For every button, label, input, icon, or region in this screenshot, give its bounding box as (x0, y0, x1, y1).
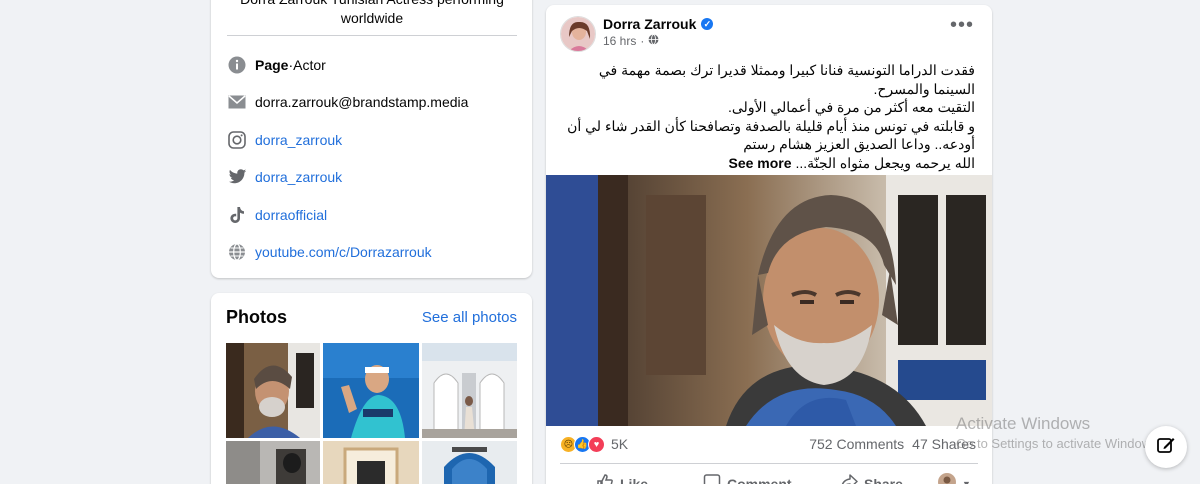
intro-card: Dorra Zarrouk Tunisian Actress performin… (211, 0, 532, 278)
photo-thumbnail[interactable] (226, 441, 320, 484)
intro-tiktok: dorraofficial (227, 204, 327, 226)
divider (227, 35, 517, 36)
see-all-photos-link[interactable]: See all photos (422, 309, 517, 326)
reaction-summary[interactable]: ☹ 👍 ♥ 5K (560, 433, 628, 455)
reaction-count: 5K (611, 436, 629, 452)
post-text-line: الله يرحمه ويجعل مثواه الجنّة... (795, 154, 975, 171)
photos-card: Photos See all photos (211, 293, 532, 484)
comments-count[interactable]: 752 Comments (809, 436, 904, 452)
photo-thumbnail[interactable] (422, 343, 517, 438)
meta-separator: · (640, 34, 645, 48)
share-button[interactable]: Share (840, 473, 903, 484)
photo-thumbnail[interactable] (323, 441, 419, 484)
engagement-counts: 752 Comments 47 Shares (809, 436, 976, 452)
page-label: Page (255, 57, 289, 73)
post-image[interactable] (546, 175, 992, 426)
comment-label: Comment (727, 475, 792, 484)
post-text-last: الله يرحمه ويجعل مثواه الجنّة... See mor… (555, 154, 976, 173)
chevron-down-icon: ▼ (962, 478, 971, 484)
intro-page-category: Page · Actor (227, 54, 326, 76)
avatar[interactable] (560, 16, 596, 52)
intro-email: dorra.zarrouk@brandstamp.media (227, 91, 468, 113)
comment-button[interactable]: Comment (703, 473, 792, 484)
tiktok-icon (227, 205, 247, 225)
youtube-link[interactable]: youtube.com/c/Dorrazarrouk (255, 244, 432, 260)
divider (560, 463, 978, 464)
author-name[interactable]: Dorra Zarrouk (603, 16, 696, 32)
envelope-icon (227, 92, 247, 112)
love-reaction-icon: ♥ (588, 435, 605, 453)
photos-title: Photos (226, 307, 287, 327)
post-text-line: التقيت معه أكثر من مرة في أعمالي الأولى. (728, 99, 975, 115)
info-icon (227, 55, 247, 75)
intro-instagram: dorra_zarrouk (227, 129, 342, 151)
intro-youtube: youtube.com/c/Dorrazarrouk (227, 241, 432, 263)
email-text[interactable]: dorra.zarrouk@brandstamp.media (255, 94, 468, 110)
intro-twitter: dorra_zarrouk (227, 166, 342, 188)
see-more-link[interactable]: See more (729, 155, 792, 171)
post-card: Dorra Zarrouk ✓ 16 hrs · ••• فقدت الدرام… (546, 5, 992, 484)
avatar-small (938, 473, 956, 484)
verified-badge-icon: ✓ (701, 18, 714, 30)
thumbs-up-icon (596, 473, 614, 484)
watermark-subtitle: Go to Settings to activate Windows. (956, 436, 1162, 451)
post-author: Dorra Zarrouk ✓ (603, 16, 714, 32)
watermark-title: Activate Windows (956, 414, 1091, 433)
share-label: Share (864, 475, 903, 484)
globe-icon (227, 242, 247, 262)
post-text: فقدت الدراما التونسية فنانا كبيرا وممثلا… (555, 61, 975, 172)
post-time[interactable]: 16 hrs (603, 34, 636, 48)
twitter-link[interactable]: dorra_zarrouk (255, 169, 342, 185)
twitter-icon (227, 167, 247, 187)
post-text-line: فقدت الدراما التونسية فنانا كبيرا وممثلا… (598, 62, 975, 97)
post-meta: 16 hrs · (603, 34, 659, 48)
post-text-line: و قابلته في تونس منذ أيام قليلة بالصدفة … (567, 117, 975, 153)
compose-icon (1156, 435, 1176, 460)
post-as-selector[interactable]: ▼ (938, 473, 971, 484)
like-label: Like (620, 475, 649, 484)
new-message-button[interactable] (1145, 426, 1187, 468)
share-icon (840, 473, 858, 484)
comment-icon (703, 473, 721, 484)
page-category: Actor (293, 57, 326, 73)
photo-thumbnail[interactable] (226, 343, 320, 438)
like-button[interactable]: Like (596, 473, 648, 484)
tiktok-link[interactable]: dorraofficial (255, 207, 327, 223)
photo-thumbnail[interactable] (323, 343, 419, 438)
more-options-icon[interactable]: ••• (950, 15, 974, 35)
instagram-icon (227, 130, 247, 150)
instagram-link[interactable]: dorra_zarrouk (255, 132, 342, 148)
photo-thumbnail[interactable] (422, 441, 517, 484)
globe-icon (648, 34, 659, 48)
intro-bio: Dorra Zarrouk Tunisian Actress performin… (240, 0, 504, 26)
